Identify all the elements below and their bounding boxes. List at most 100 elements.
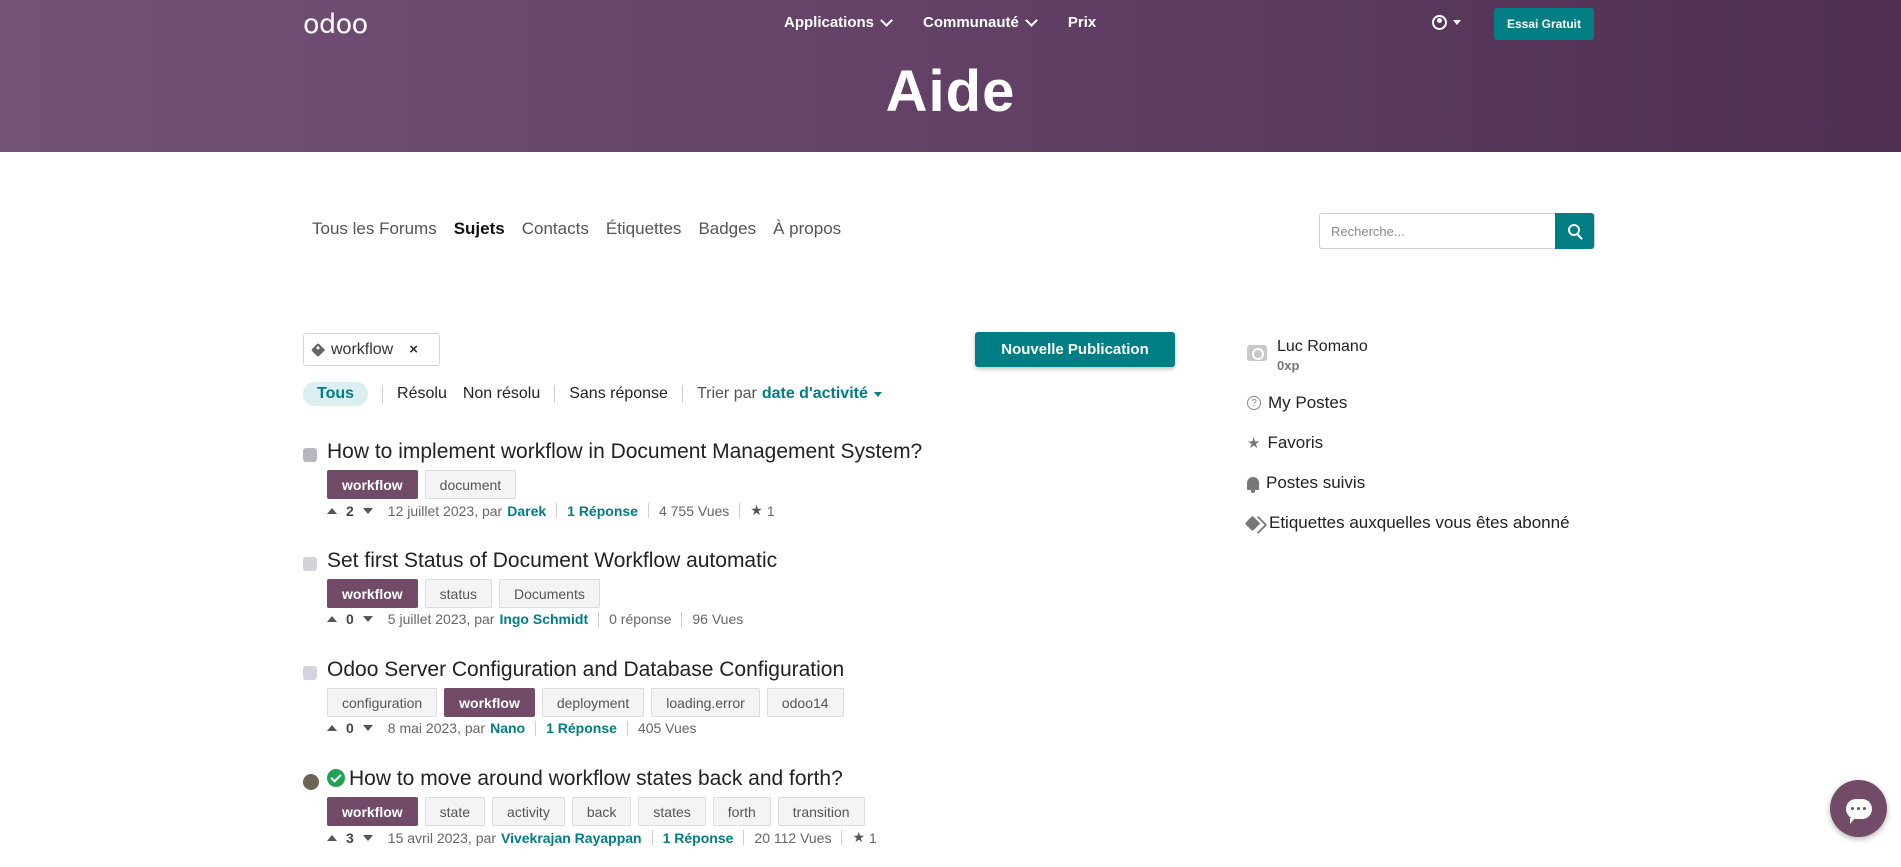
- nav-community[interactable]: Communauté: [923, 13, 1038, 31]
- tag-chip[interactable]: forth: [712, 797, 771, 826]
- sidebar-item-label: Postes suivis: [1266, 473, 1366, 492]
- vote-count: 2: [346, 502, 354, 519]
- post-title-row[interactable]: How to move around workflow states back …: [327, 767, 843, 791]
- site-header: odoo Applications Communauté Prix Essai …: [0, 0, 1901, 152]
- downvote-icon[interactable]: [362, 834, 373, 841]
- chat-icon: [1845, 798, 1872, 824]
- post-date: 15 avril 2023, par: [387, 829, 496, 846]
- subnav-contacts[interactable]: Contacts: [522, 219, 589, 239]
- post-title[interactable]: Set first Status of Document Workflow au…: [327, 549, 777, 573]
- upvote-icon[interactable]: [327, 616, 337, 622]
- question-icon: ?: [1247, 396, 1261, 410]
- author-link[interactable]: Vivekrajan Rayappan: [501, 830, 642, 846]
- nav-pricing-label: Prix: [1067, 14, 1097, 31]
- free-trial-button[interactable]: Essai Gratuit: [1494, 8, 1594, 40]
- dot: [1857, 807, 1860, 810]
- chevron-down-icon: [1024, 13, 1038, 27]
- nav-applications-label: Applications: [784, 14, 875, 31]
- post-tags: workflow document: [327, 470, 517, 499]
- caret-down-icon: [873, 391, 882, 397]
- tag-chip[interactable]: workflow: [327, 470, 418, 499]
- upvote-icon[interactable]: [327, 725, 337, 731]
- author-link[interactable]: Nano: [490, 720, 525, 736]
- divider: [739, 503, 741, 518]
- caret-down-icon: [1453, 20, 1461, 25]
- divider: [647, 503, 649, 518]
- downvote-icon[interactable]: [362, 725, 373, 731]
- upvote-icon[interactable]: [327, 507, 337, 514]
- sidebar-item-subscribed-tags[interactable]: Etiquettes auxquelles vous êtes abonné: [1244, 513, 1607, 533]
- answers-link[interactable]: 1 Réponse: [567, 503, 638, 519]
- profile-name: Luc Romano: [1277, 338, 1368, 355]
- post-date: 12 juillet 2023, par: [387, 502, 503, 519]
- upvote-icon[interactable]: [327, 834, 337, 841]
- tag-chip[interactable]: Documents: [499, 579, 600, 608]
- divider: [681, 611, 683, 627]
- filter-unsolved[interactable]: Non résolu: [463, 385, 540, 403]
- nav-applications[interactable]: Applications: [784, 13, 893, 31]
- tag-chip[interactable]: odoo14: [766, 688, 844, 717]
- nav-pricing[interactable]: Prix: [1068, 14, 1096, 31]
- sidebar-item-my-posts[interactable]: ? My Postes: [1247, 393, 1607, 413]
- subnav-about[interactable]: À propos: [773, 219, 841, 239]
- new-post-button[interactable]: Nouvelle Publication: [975, 332, 1175, 367]
- sidebar-item-favorites[interactable]: ★ Favoris: [1247, 433, 1607, 453]
- user-menu-button[interactable]: [1432, 15, 1461, 30]
- filter-all[interactable]: Tous: [303, 382, 369, 406]
- odoo-logo[interactable]: odoo: [303, 9, 368, 40]
- sidebar-item-label: Etiquettes auxquelles vous êtes abonné: [1269, 513, 1570, 532]
- author-link[interactable]: Ingo Schmidt: [499, 611, 588, 627]
- bell-icon: [1247, 476, 1259, 493]
- tag-chip[interactable]: workflow: [327, 579, 418, 608]
- answers-link[interactable]: 1 Réponse: [663, 830, 734, 846]
- subnav-badges[interactable]: Badges: [698, 219, 756, 239]
- subnav-tags[interactable]: Étiquettes: [606, 219, 682, 239]
- view-count: 405 Vues: [637, 720, 697, 736]
- tag-chip[interactable]: configuration: [327, 688, 438, 717]
- divider: [743, 830, 745, 845]
- tag-chip[interactable]: deployment: [541, 688, 645, 717]
- post-title[interactable]: How to move around workflow states back …: [349, 767, 843, 790]
- subnav-all-forums[interactable]: Tous les Forums: [312, 219, 437, 239]
- subnav-topics[interactable]: Sujets: [454, 219, 505, 239]
- divider: [626, 720, 628, 736]
- tag-chip[interactable]: workflow: [444, 688, 535, 717]
- downvote-icon[interactable]: [362, 616, 373, 622]
- avatar: [303, 448, 317, 462]
- post-meta: 2 12 juillet 2023, par Darek 1 Réponse 4…: [327, 502, 775, 519]
- tag-chip[interactable]: transition: [777, 797, 865, 826]
- divider: [841, 830, 843, 845]
- downvote-icon[interactable]: [362, 507, 373, 514]
- sidebar-item-label: My Postes: [1268, 393, 1348, 412]
- tag-chip[interactable]: back: [571, 797, 632, 826]
- tag-chip[interactable]: states: [638, 797, 706, 826]
- search-input[interactable]: Recherche...: [1319, 213, 1595, 249]
- user-profile[interactable]: Luc Romano 0xp: [1247, 338, 1607, 373]
- favorite-count: 1: [869, 829, 877, 846]
- tag-chip[interactable]: state: [424, 797, 486, 826]
- live-chat-button[interactable]: [1830, 780, 1887, 837]
- star-icon: ★: [750, 502, 763, 518]
- post-title[interactable]: How to implement workflow in Document Ma…: [327, 440, 922, 464]
- tag-chip[interactable]: document: [424, 470, 517, 499]
- search-button[interactable]: [1555, 213, 1594, 249]
- filter-unanswered[interactable]: Sans réponse: [569, 385, 668, 403]
- post-meta: 0 5 juillet 2023, par Ingo Schmidt 0 rép…: [327, 611, 743, 627]
- tag-chip[interactable]: status: [424, 579, 493, 608]
- author-link[interactable]: Darek: [507, 503, 546, 519]
- avatar: [303, 774, 319, 790]
- answers-link[interactable]: 1 Réponse: [546, 720, 617, 736]
- filter-solved[interactable]: Résolu: [397, 385, 447, 403]
- sidebar-item-followed[interactable]: Postes suivis: [1247, 473, 1607, 493]
- star-icon: ★: [852, 829, 866, 845]
- remove-tag-button[interactable]: ×: [409, 341, 418, 358]
- tag-chip[interactable]: workflow: [327, 797, 418, 826]
- profile-xp: 0xp: [1277, 358, 1300, 373]
- sort-dropdown[interactable]: date d'activité: [762, 385, 868, 403]
- post-filters: Tous Résolu Non résolu Sans réponse Trie…: [303, 382, 882, 406]
- tag-chip[interactable]: activity: [492, 797, 565, 826]
- user-circle-icon: [1432, 15, 1447, 30]
- post-title[interactable]: Odoo Server Configuration and Database C…: [327, 658, 844, 682]
- view-count: 96 Vues: [692, 611, 744, 627]
- tag-chip[interactable]: loading.error: [651, 688, 760, 717]
